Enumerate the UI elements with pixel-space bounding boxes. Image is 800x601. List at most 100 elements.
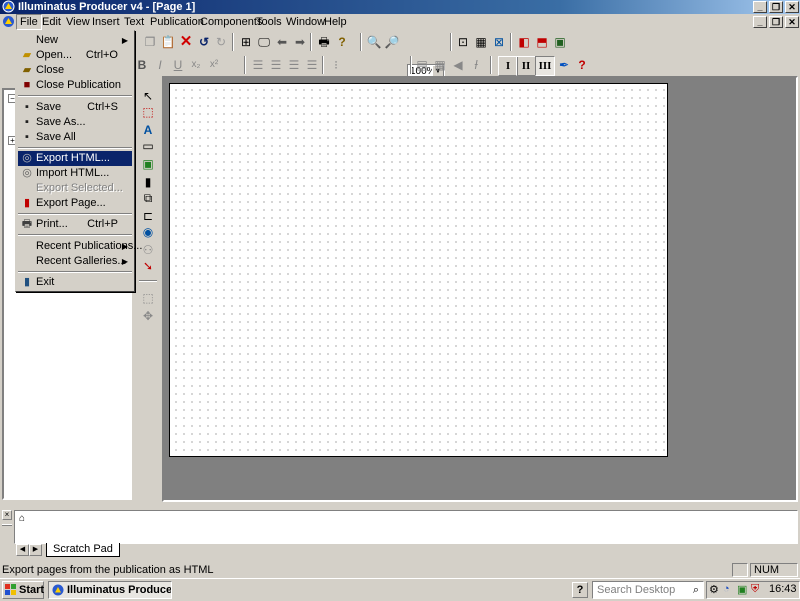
tray-network-icon[interactable]: ◔ — [723, 583, 730, 595]
grip-icon[interactable] — [2, 524, 12, 526]
zoom-out-icon[interactable]: 🔎 — [384, 34, 400, 50]
num-lock-indicator: NUM — [750, 563, 798, 577]
menu-tools[interactable]: Tools — [252, 14, 286, 30]
menu-item-import-html[interactable]: ◎ Import HTML... — [18, 166, 132, 181]
menu-item-export-html[interactable]: ◎ Export HTML... — [18, 151, 132, 166]
snap-icon[interactable]: ⊡ — [455, 34, 471, 50]
tray-monitor-icon[interactable]: ▣ — [737, 583, 747, 596]
delete-icon[interactable]: ✕ — [178, 34, 194, 50]
toolbar-separator — [310, 33, 312, 51]
minimize-button[interactable]: _ — [753, 1, 767, 13]
forward-arrow-icon[interactable]: ➡ — [292, 34, 308, 50]
insert-image-icon[interactable]: ▤ — [414, 57, 430, 73]
guides-icon[interactable]: ⊠ — [491, 34, 507, 50]
menu-item-recent-publications[interactable]: Recent Publications... ▶ — [18, 239, 142, 254]
doc-close-button[interactable]: ✕ — [785, 16, 799, 28]
text-tool-icon[interactable]: A — [140, 122, 156, 138]
align-center-icon[interactable]: ☰ — [268, 57, 284, 73]
preview-icon[interactable]: 🖵 — [256, 34, 272, 50]
copy-icon[interactable]: ❐ — [142, 34, 158, 50]
menu-item-save-all[interactable]: ▪ Save All — [18, 130, 132, 145]
back-arrow-icon[interactable]: ⬅ — [274, 34, 290, 50]
menu-insert[interactable]: Insert — [88, 14, 124, 30]
search-icon[interactable]: ⌕ — [693, 582, 699, 598]
page-view-icon[interactable]: ⊞ — [238, 34, 254, 50]
bold-icon[interactable]: B — [134, 57, 150, 73]
tray-settings-icon[interactable]: ⚙ — [709, 583, 719, 596]
scratch-pad-area[interactable]: ⌂ — [14, 510, 798, 544]
zoom-in-icon[interactable]: 🔍 — [366, 34, 382, 50]
redo-icon[interactable]: ↻ — [213, 34, 229, 50]
marquee-tool-icon[interactable]: ⬚ — [140, 104, 156, 120]
rectangle-tool-icon[interactable]: ▭ — [140, 138, 156, 154]
image-tool-icon[interactable]: ▣ — [140, 156, 156, 172]
menu-text[interactable]: Text — [120, 14, 148, 30]
tray-shield-icon[interactable]: ⛨ — [751, 583, 759, 596]
tab-scratch-pad[interactable]: Scratch Pad — [46, 543, 120, 557]
help-pointer-icon[interactable]: ? — [334, 34, 350, 50]
page-canvas[interactable] — [169, 83, 668, 457]
desktop-search-input[interactable]: Search Desktop ⌕ — [592, 581, 704, 599]
toolbar-separator — [490, 56, 492, 74]
layout-red-icon[interactable]: ◧ — [516, 34, 532, 50]
pen-icon[interactable]: ✒ — [556, 57, 572, 73]
select-area-icon[interactable]: ⬚ — [140, 290, 156, 306]
frame-tool-icon[interactable]: ⊏ — [140, 208, 156, 224]
justify-icon[interactable]: ☰ — [304, 57, 320, 73]
underline-icon[interactable]: U — [170, 57, 186, 73]
menu-edit[interactable]: Edit — [38, 14, 65, 30]
grid-icon[interactable]: ▦ — [473, 34, 489, 50]
print-icon[interactable]: 🖶 — [316, 34, 332, 50]
menu-item-save[interactable]: ▪ Save Ctrl+S — [18, 100, 132, 115]
layout-split-icon[interactable]: ⬒ — [534, 34, 550, 50]
document-icon[interactable] — [2, 15, 15, 28]
style-one-button[interactable]: I — [498, 56, 518, 76]
help-icon[interactable]: ? — [574, 57, 590, 73]
align-left-icon[interactable]: ☰ — [250, 57, 266, 73]
monitor-icon[interactable]: ▣ — [552, 34, 568, 50]
pointer-tool-icon[interactable]: ↖ — [140, 88, 156, 104]
help-icon[interactable]: ? — [572, 582, 588, 598]
table-icon[interactable]: ▦ — [432, 57, 448, 73]
link-cursor-icon[interactable]: ➘ — [140, 258, 156, 274]
close-window-button[interactable]: ✕ — [785, 1, 799, 13]
move-icon[interactable]: ✥ — [140, 308, 156, 324]
superscript-icon[interactable]: x² — [206, 57, 222, 73]
menu-item-export-page[interactable]: ▮ Export Page... — [18, 196, 132, 211]
style-two-button[interactable]: II — [516, 56, 536, 76]
menu-item-shortcut: Ctrl+O — [85, 49, 118, 61]
start-button[interactable]: Start — [2, 581, 44, 599]
menu-item-close[interactable]: ▰ Close — [18, 63, 132, 78]
text-style-icon[interactable]: Ɨ — [468, 57, 484, 73]
globe-tool-icon[interactable]: ◉ — [140, 224, 156, 240]
menu-item-open[interactable]: ▰ Open... Ctrl+O — [18, 48, 132, 63]
scratch-close-icon[interactable]: × — [2, 510, 12, 520]
people-tool-icon[interactable]: ⚇ — [140, 242, 156, 258]
style-three-button[interactable]: III — [535, 56, 555, 76]
menu-item-new[interactable]: New ▶ — [18, 33, 132, 48]
subscript-icon[interactable]: x₂ — [188, 57, 204, 73]
italic-icon[interactable]: I — [152, 57, 168, 73]
menu-item-exit[interactable]: ▮ Exit — [18, 275, 132, 290]
tab-scroll-right-icon[interactable]: ▶ — [29, 544, 42, 556]
taskbar-app-button[interactable]: Illuminatus Producer ... — [48, 581, 172, 599]
undo-icon[interactable]: ↺ — [196, 34, 212, 50]
sound-icon[interactable]: ◀ — [450, 57, 466, 73]
restore-button[interactable]: ❐ — [769, 1, 783, 13]
align-right-icon[interactable]: ☰ — [286, 57, 302, 73]
menu-help[interactable]: Help — [320, 14, 351, 30]
doc-restore-button[interactable]: ❐ — [769, 16, 783, 28]
clock[interactable]: 16:43 — [769, 583, 797, 595]
menu-item-print[interactable]: 🖶 Print... Ctrl+P — [18, 217, 132, 232]
menu-item-close-publication[interactable]: ■ Close Publication — [18, 78, 132, 93]
menu-item-recent-galleries[interactable]: Recent Galleries... ▶ — [18, 254, 132, 269]
menu-item-save-as[interactable]: ▪ Save As... — [18, 115, 132, 130]
gallery-tool-icon[interactable]: ⧉ — [140, 190, 156, 206]
tab-scroll-left-icon[interactable]: ◀ — [16, 544, 29, 556]
paste-icon[interactable]: 📋 — [160, 34, 176, 50]
toolbar-separator — [410, 56, 412, 74]
bullets-icon[interactable]: ⁝ — [328, 57, 344, 73]
menu-item-label: Export Page... — [36, 197, 106, 209]
doc-minimize-button[interactable]: _ — [753, 16, 767, 28]
film-tool-icon[interactable]: ▮ — [140, 174, 156, 190]
